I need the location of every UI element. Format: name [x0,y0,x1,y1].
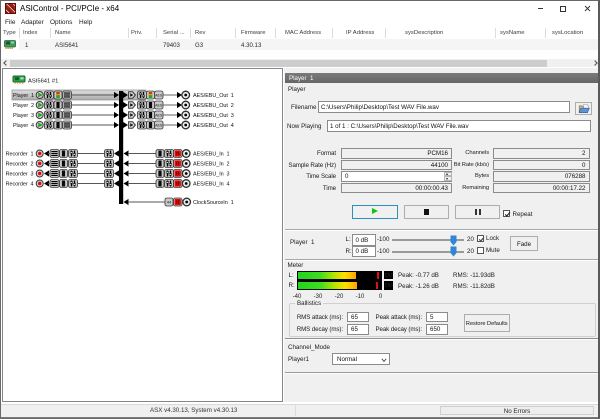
svg-text:AES/EBU_In 3: AES/EBU_In 3 [193,172,230,178]
svg-text:AES/EBU_Out 4: AES/EBU_Out 4 [193,123,234,129]
svg-text:Recorder 1: Recorder 1 [6,152,34,158]
svg-text:ClockSourceIn 1: ClockSourceIn 1 [193,200,234,206]
svg-text:Recorder 4: Recorder 4 [6,182,34,188]
svg-text:AES/EBU_In 4: AES/EBU_In 4 [193,182,230,188]
svg-text:AES/EBU_Out 3: AES/EBU_Out 3 [193,113,234,119]
svg-text:AES/EBU_In 1: AES/EBU_In 1 [193,152,230,158]
svg-text:ASI5641 #1: ASI5641 #1 [28,79,58,85]
svg-text:Recorder 2: Recorder 2 [6,162,34,168]
svg-text:Player 3: Player 3 [13,113,34,119]
svg-text:Player 4: Player 4 [13,123,34,129]
svg-text:Player 2: Player 2 [13,103,34,109]
svg-text:AES/EBU_Out 2: AES/EBU_Out 2 [193,103,234,109]
svg-text:AES/EBU_Out 1: AES/EBU_Out 1 [193,93,234,99]
svg-text:Player 1: Player 1 [13,93,34,99]
svg-text:AES/EBU_In 2: AES/EBU_In 2 [193,162,230,168]
svg-text:Recorder 3: Recorder 3 [6,172,34,178]
